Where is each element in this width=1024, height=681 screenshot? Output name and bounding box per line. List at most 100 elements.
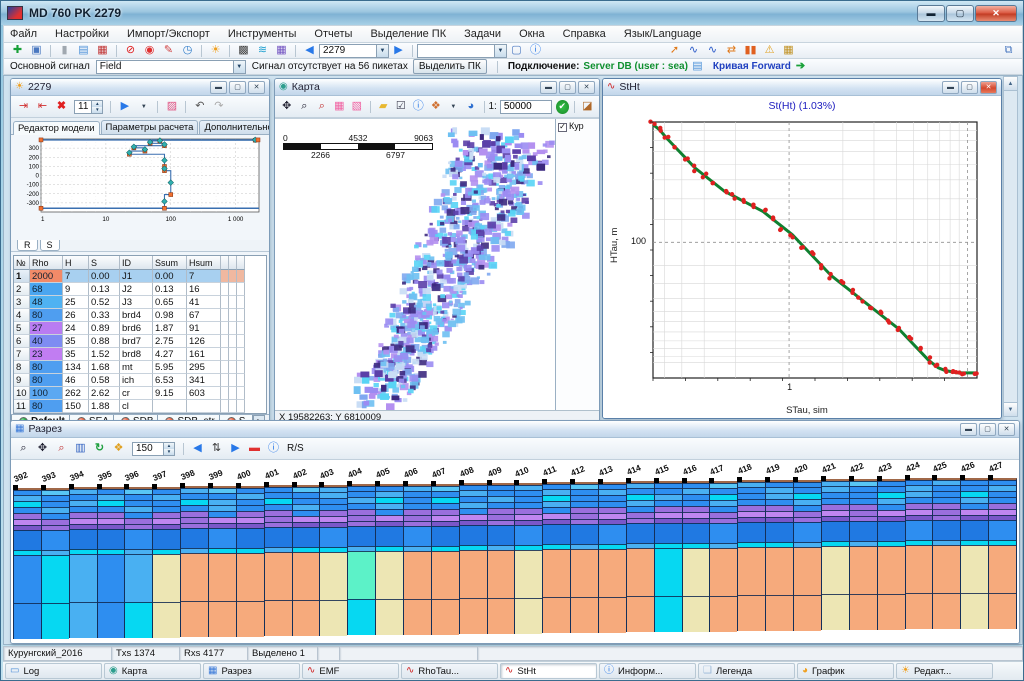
curve-s1-icon[interactable]: ∿ [685, 44, 702, 58]
cell-id[interactable]: brd4 [120, 309, 153, 322]
section-column-418[interactable]: 418 [737, 480, 765, 631]
tab-2[interactable]: Дополнительно [199, 120, 270, 134]
layers-map-icon[interactable]: ≋ [254, 44, 271, 58]
cell-hsum[interactable]: 603 [187, 387, 221, 400]
section-column-398[interactable]: 398 [180, 486, 208, 637]
cell-ssum[interactable]: 1.87 [153, 322, 187, 335]
zoom-icon[interactable]: ⌕ [15, 442, 32, 456]
cell-hsum[interactable]: 341 [187, 374, 221, 387]
warning-icon[interactable]: ⚠ [761, 44, 778, 58]
section-column-416[interactable]: 416 [682, 481, 710, 632]
model-window-titlebar[interactable]: ☀ 2279 ▬ ▢ ✕ [11, 79, 269, 96]
section-column-395[interactable]: 395 [97, 487, 125, 638]
cell-h[interactable]: 25 [63, 296, 89, 309]
section-column-393[interactable]: 393 [41, 488, 69, 639]
zoom-all-icon[interactable]: ⌕ [53, 442, 70, 456]
cell-ssum[interactable]: 5.95 [153, 361, 187, 374]
cell-s[interactable]: 2.62 [89, 387, 120, 400]
palette-dropdown-icon[interactable]: ▼ [446, 100, 462, 114]
menu-item-задачи[interactable]: Задачи [464, 28, 501, 40]
chevron-down-icon[interactable]: ▼ [376, 45, 388, 57]
cell-hsum[interactable] [187, 400, 221, 413]
cell-n[interactable]: 6 [14, 335, 30, 348]
info-icon[interactable]: ⓘ [265, 442, 282, 456]
section-column-414[interactable]: 414 [626, 481, 654, 632]
section-column-421[interactable]: 421 [821, 479, 849, 630]
cell-ssum[interactable]: 0.13 [153, 283, 187, 296]
table-row[interactable]: 1200070.00J10.007 [14, 270, 266, 283]
cell-rho[interactable]: 80 [30, 361, 63, 374]
maximize-button[interactable]: ▢ [946, 5, 974, 22]
cell-h[interactable]: 7 [63, 270, 89, 283]
section-column-397[interactable]: 397 [152, 487, 180, 638]
section-column-422[interactable]: 422 [849, 479, 877, 630]
bars-icon[interactable]: ▮▮ [742, 44, 759, 58]
cell-s[interactable]: 0.58 [89, 374, 120, 387]
cell-s[interactable]: 0.89 [89, 322, 120, 335]
cell-rho[interactable]: 27 [30, 322, 63, 335]
taskbar-button-разрез[interactable]: ▦Разрез [203, 663, 300, 679]
maximize-button[interactable]: ▢ [559, 81, 576, 94]
menu-item-окна[interactable]: Окна [519, 28, 545, 40]
cell-hsum[interactable]: 126 [187, 335, 221, 348]
cell-n[interactable]: 7 [14, 348, 30, 361]
run-icon[interactable]: ▶ [116, 100, 133, 114]
menu-item-языкlanguage[interactable]: Язык/Language [624, 28, 702, 40]
cell-s[interactable]: 0.13 [89, 283, 120, 296]
cell-hsum[interactable]: 41 [187, 296, 221, 309]
taskbar-button-редакт[interactable]: ☀Редакт... [896, 663, 993, 679]
cell-hsum[interactable]: 91 [187, 322, 221, 335]
minimize-button[interactable]: ▬ [942, 81, 959, 94]
section-column-427[interactable]: 427 [988, 478, 1017, 629]
section-column-411[interactable]: 411 [542, 482, 570, 633]
layer-count-spinner[interactable]: 11 ▲▼ [74, 100, 103, 114]
section-column-403[interactable]: 403 [319, 485, 347, 636]
sun-icon[interactable]: ☀ [207, 44, 224, 58]
section-column-401[interactable]: 401 [264, 485, 292, 636]
cell-s[interactable]: 0.88 [89, 335, 120, 348]
cell-ssum[interactable]: 0.65 [153, 296, 187, 309]
maximize-button[interactable]: ▢ [961, 81, 978, 94]
help-icon[interactable]: ⓘ [527, 44, 544, 58]
folder-icon[interactable]: ▰ [375, 100, 391, 114]
map-canvas[interactable]: 045329063 22666797 ✓Кур [275, 118, 599, 410]
cascade-windows-icon[interactable]: ⧉ [1000, 44, 1017, 58]
close-button[interactable]: ✕ [998, 423, 1015, 436]
menu-item-справка[interactable]: Справка [563, 28, 606, 40]
tab-0[interactable]: Редактор модели [13, 121, 100, 135]
cell-h[interactable]: 35 [63, 348, 89, 361]
info-icon[interactable]: ⓘ [411, 100, 427, 114]
zoom-icon[interactable]: ⌕ [297, 100, 313, 114]
cell-rho[interactable]: 80 [30, 400, 63, 413]
forward-arrow-icon[interactable]: ➔ [792, 60, 809, 74]
model-chart[interactable]: 3002001000-100-200-3001101001 000 [11, 135, 269, 240]
cell-h[interactable]: 150 [63, 400, 89, 413]
pie-globe-icon[interactable]: ◕ [463, 100, 479, 114]
chart-3d-icon[interactable]: ▦ [273, 44, 290, 58]
taskbar-button-легенда[interactable]: ❑Легенда [698, 663, 795, 679]
select-grid-icon[interactable]: ▦ [332, 100, 348, 114]
cell-n[interactable]: 4 [14, 309, 30, 322]
cell-ssum[interactable]: 4.27 [153, 348, 187, 361]
column-header-s[interactable]: S [89, 256, 120, 270]
curve-s2-icon[interactable]: ∿ [704, 44, 721, 58]
cell-id[interactable]: brd7 [120, 335, 153, 348]
cell-n[interactable]: 2 [14, 283, 30, 296]
spin-down-icon[interactable]: ▼ [164, 449, 174, 455]
cell-ssum[interactable] [153, 400, 187, 413]
table-row[interactable]: 348250.52J30.6541 [14, 296, 266, 309]
taskbar-button-карта[interactable]: ◉Карта [104, 663, 201, 679]
cell-hsum[interactable]: 67 [187, 309, 221, 322]
palette-icon[interactable]: ❖ [428, 100, 444, 114]
window-icon[interactable]: ▢ [508, 44, 525, 58]
next-icon[interactable]: ▶ [227, 442, 244, 456]
section-column-412[interactable]: 412 [570, 482, 598, 633]
cell-n[interactable]: 5 [14, 322, 30, 335]
section-zoom-spinner[interactable]: 150 ▲▼ [132, 442, 175, 456]
save-icon[interactable]: ▣ [28, 44, 45, 58]
cell-id[interactable]: J3 [120, 296, 153, 309]
section-column-396[interactable]: 396 [124, 487, 152, 638]
table-row[interactable]: 8801341.68mt5.95295 [14, 361, 266, 374]
cell-h[interactable]: 35 [63, 335, 89, 348]
redo-icon[interactable]: ↷ [210, 100, 227, 114]
